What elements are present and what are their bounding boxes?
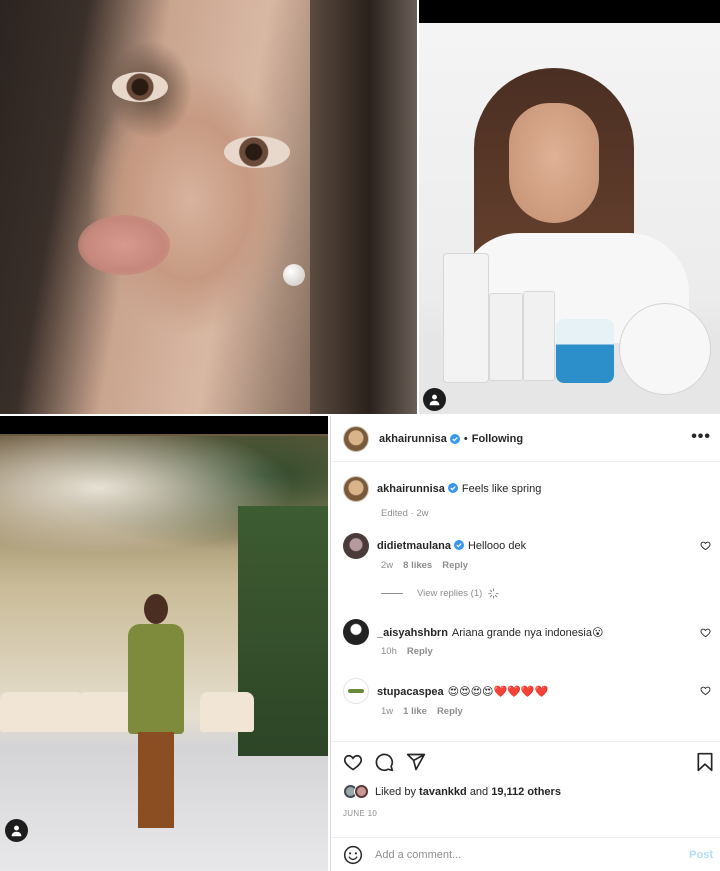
post-username[interactable]: akhairunnisa xyxy=(379,433,447,445)
comment-username[interactable]: stupacaspea xyxy=(377,686,444,698)
photo-detail-hair xyxy=(310,0,417,414)
view-replies-label: View replies (1) xyxy=(417,588,483,599)
avatar[interactable] xyxy=(343,678,369,704)
verified-icon xyxy=(447,483,458,493)
comment-item: _aisyahshbrn Ariana grande nya indonesia😮… xyxy=(343,619,715,657)
user-tag-icon[interactable] xyxy=(5,819,28,842)
liked-by-and: and xyxy=(469,785,489,798)
caption: akhairunnisa Feels like spring Edited · 2… xyxy=(343,476,715,519)
photo-detail-face xyxy=(509,103,599,223)
comment-meta: 1w 1 like Reply xyxy=(381,706,473,717)
loading-spinner-icon xyxy=(488,588,499,599)
post-panel: akhairunnisa • Following ••• akhairunnis… xyxy=(330,416,720,871)
photo-detail-person xyxy=(128,594,184,834)
reply-button[interactable]: Reply xyxy=(442,560,468,571)
heart-icon[interactable] xyxy=(700,627,711,638)
comment-body: Hellooo dek xyxy=(467,540,527,552)
bookmark-icon[interactable] xyxy=(695,752,715,772)
comment-item: stupacaspea 😍😍😍😍❤️❤️❤️❤️ 1w 1 like Reply xyxy=(343,678,715,717)
photo-skincare-portrait xyxy=(419,23,720,414)
heart-icon[interactable] xyxy=(343,752,363,772)
avatar[interactable] xyxy=(343,476,369,502)
comment-time: 1w xyxy=(381,706,394,717)
avatar[interactable] xyxy=(343,619,369,645)
heart-icon[interactable] xyxy=(700,685,711,696)
reply-button[interactable]: Reply xyxy=(407,646,433,657)
product-jar-lid xyxy=(619,303,711,395)
liked-by-user[interactable]: tavankkd xyxy=(419,786,467,798)
avatar xyxy=(354,784,369,799)
person-kebaya xyxy=(128,624,184,734)
person-batik-skirt xyxy=(138,732,174,828)
caption-edited: Edited · 2w xyxy=(381,508,429,519)
verified-icon xyxy=(453,540,464,550)
avatar[interactable] xyxy=(343,425,369,452)
caption-body: Feels like spring xyxy=(461,483,542,495)
photo-detail-lips xyxy=(78,215,170,275)
avatar[interactable] xyxy=(343,533,369,559)
person-head xyxy=(144,594,168,624)
share-icon[interactable] xyxy=(406,752,426,772)
caption-text: akhairunnisa Feels like spring xyxy=(377,483,541,495)
photo-detail-eye xyxy=(224,136,290,168)
post-header: akhairunnisa • Following ••• xyxy=(331,416,720,462)
comment-meta: 10h Reply xyxy=(381,646,443,657)
caption-username[interactable]: akhairunnisa xyxy=(377,483,445,495)
comment-likes[interactable]: 8 likes xyxy=(403,560,432,571)
comment-item: didietmaulana Hellooo dek 2w 8 likes Reply xyxy=(343,533,715,571)
photo-detail-sofa xyxy=(200,692,254,732)
user-tag-icon[interactable] xyxy=(423,388,446,411)
comment-username[interactable]: _aisyahshbrn xyxy=(377,627,448,639)
view-replies-button[interactable]: View replies (1) xyxy=(381,588,499,599)
verified-icon xyxy=(449,433,460,444)
reply-button[interactable]: Reply xyxy=(437,706,463,717)
comment-time: 2w xyxy=(381,560,394,571)
liked-by-count[interactable]: 19,112 others xyxy=(491,786,561,798)
comment-bar: Post xyxy=(331,837,720,871)
post-date: JUNE 10 xyxy=(343,809,378,818)
comment-input[interactable] xyxy=(375,848,665,861)
likes-summary: Liked by tavankkd and 19,112 others xyxy=(343,784,561,799)
divider xyxy=(381,593,403,594)
emoji-icon[interactable] xyxy=(343,845,363,865)
product-jar xyxy=(556,319,614,383)
header-separator: • xyxy=(463,432,468,445)
photo-closeup-portrait xyxy=(0,0,417,414)
product-tube xyxy=(443,253,489,383)
photo-venue-portrait xyxy=(0,416,328,871)
liked-by-prefix: Liked by xyxy=(375,785,416,798)
comment-time: 10h xyxy=(381,646,397,657)
comment-icon[interactable] xyxy=(374,752,394,772)
comment-body: 😍😍😍😍❤️❤️❤️❤️ xyxy=(447,685,549,698)
comment-text: _aisyahshbrn Ariana grande nya indonesia😮 xyxy=(377,626,603,639)
comment-text: stupacaspea 😍😍😍😍❤️❤️❤️❤️ xyxy=(377,685,548,698)
action-bar xyxy=(331,741,720,781)
post-button[interactable]: Post xyxy=(689,849,713,861)
heart-icon[interactable] xyxy=(700,540,711,551)
product-dropper-bottle xyxy=(523,291,555,381)
following-button[interactable]: Following xyxy=(472,433,523,445)
comment-likes[interactable]: 1 like xyxy=(403,706,427,717)
more-icon[interactable]: ••• xyxy=(691,429,711,445)
comment-body: Ariana grande nya indonesia😮 xyxy=(451,626,604,639)
photo-detail-sofa xyxy=(30,692,84,732)
comment-username[interactable]: didietmaulana xyxy=(377,540,451,552)
photo-letterbox-bar xyxy=(419,0,720,23)
comment-meta: 2w 8 likes Reply xyxy=(381,560,478,571)
caption-meta: Edited · 2w xyxy=(381,508,439,519)
product-dropper-bottle xyxy=(489,293,523,381)
comment-text: didietmaulana Hellooo dek xyxy=(377,540,526,552)
photo-detail-eye xyxy=(112,72,168,102)
photo-detail-earring xyxy=(283,264,305,286)
